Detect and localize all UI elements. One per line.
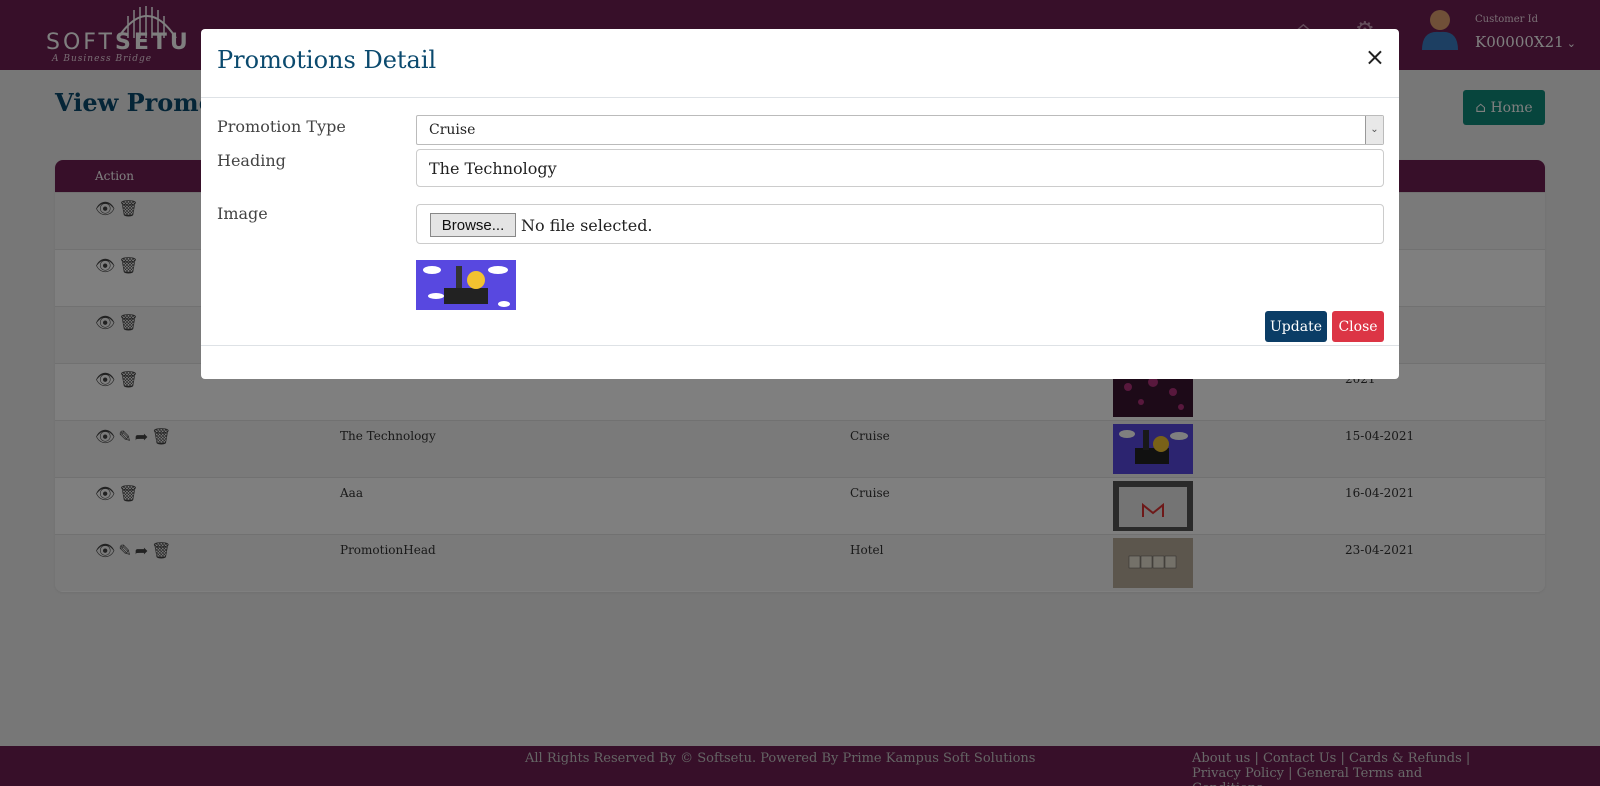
update-button[interactable]: Update	[1265, 311, 1327, 342]
modal-close-icon[interactable]: ×	[1365, 43, 1385, 71]
modal-footer-divider	[201, 345, 1399, 346]
promotion-type-select[interactable]: Cruise ⌄	[416, 115, 1384, 145]
promotion-type-label: Promotion Type	[217, 117, 346, 136]
image-file-input[interactable]: Browse... No file selected.	[416, 204, 1384, 244]
modal-header: Promotions Detail ×	[201, 29, 1399, 98]
image-preview	[416, 260, 516, 310]
heading-input[interactable]	[416, 149, 1384, 187]
file-status-text: No file selected.	[521, 216, 653, 235]
browse-button[interactable]: Browse...	[430, 213, 516, 237]
chevron-down-icon: ⌄	[1365, 116, 1383, 144]
image-label: Image	[217, 204, 268, 223]
close-button[interactable]: Close	[1332, 311, 1384, 342]
promotion-type-value: Cruise	[429, 122, 476, 138]
promotions-detail-modal: Promotions Detail × Promotion Type Cruis…	[201, 29, 1399, 379]
heading-label: Heading	[217, 151, 286, 170]
modal-title: Promotions Detail	[217, 46, 437, 74]
